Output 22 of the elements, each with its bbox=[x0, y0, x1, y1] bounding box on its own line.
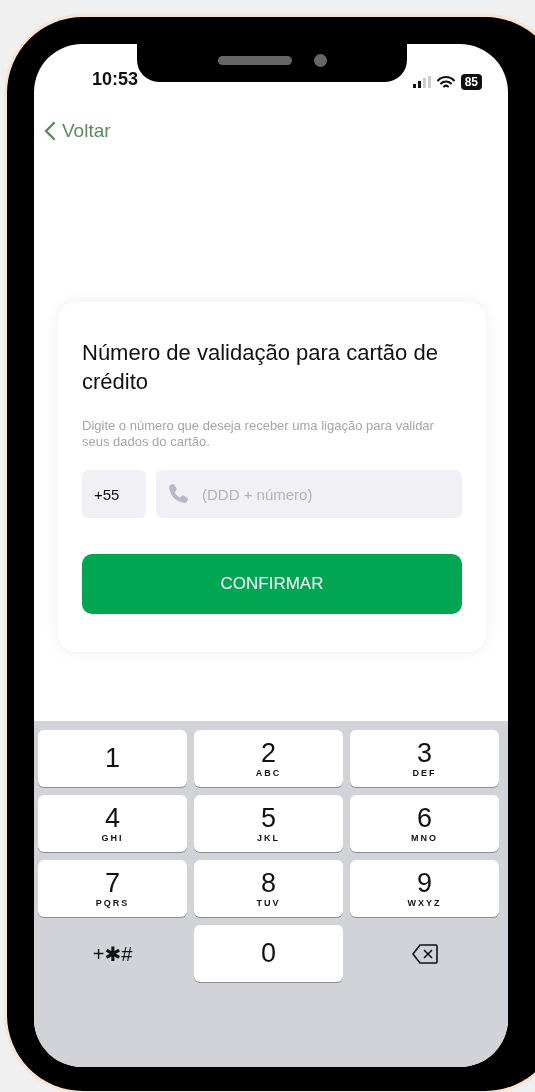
card-title: Número de validação para cartão de crédito bbox=[82, 339, 439, 396]
phone-input-field[interactable]: (DDD + número) bbox=[156, 470, 462, 518]
card-description: Digite o número que deseja receber uma ligação para validar seus dados do cartão. bbox=[82, 418, 435, 450]
back-link[interactable]: Voltar bbox=[44, 120, 111, 142]
keypad-key[interactable]: 4 GHI bbox=[38, 795, 187, 852]
keypad-key[interactable]: 9 WXYZ bbox=[350, 860, 499, 917]
signal-icon bbox=[412, 76, 431, 88]
wifi-icon bbox=[436, 75, 455, 89]
chevron-left-icon bbox=[44, 121, 56, 141]
keypad-key[interactable]: 8 TUV bbox=[194, 860, 343, 917]
status-time: 10:53 bbox=[92, 69, 139, 90]
keypad-key[interactable]: 6 MNO bbox=[350, 795, 499, 852]
keypad-key[interactable]: 0 bbox=[194, 925, 343, 982]
keypad-key[interactable]: 1 bbox=[38, 730, 187, 787]
keypad-key[interactable]: 2 ABC bbox=[194, 730, 343, 787]
keypad-key[interactable]: 5 JKL bbox=[194, 795, 343, 852]
symbols-key[interactable]: +✱# bbox=[38, 925, 187, 982]
keypad-key[interactable]: 3 DEF bbox=[350, 730, 499, 787]
battery-level: 85 bbox=[460, 74, 482, 90]
country-code-field[interactable]: +55 bbox=[82, 470, 146, 518]
keypad-key[interactable]: 7 PQRS bbox=[38, 860, 187, 917]
backspace-icon bbox=[411, 943, 438, 964]
